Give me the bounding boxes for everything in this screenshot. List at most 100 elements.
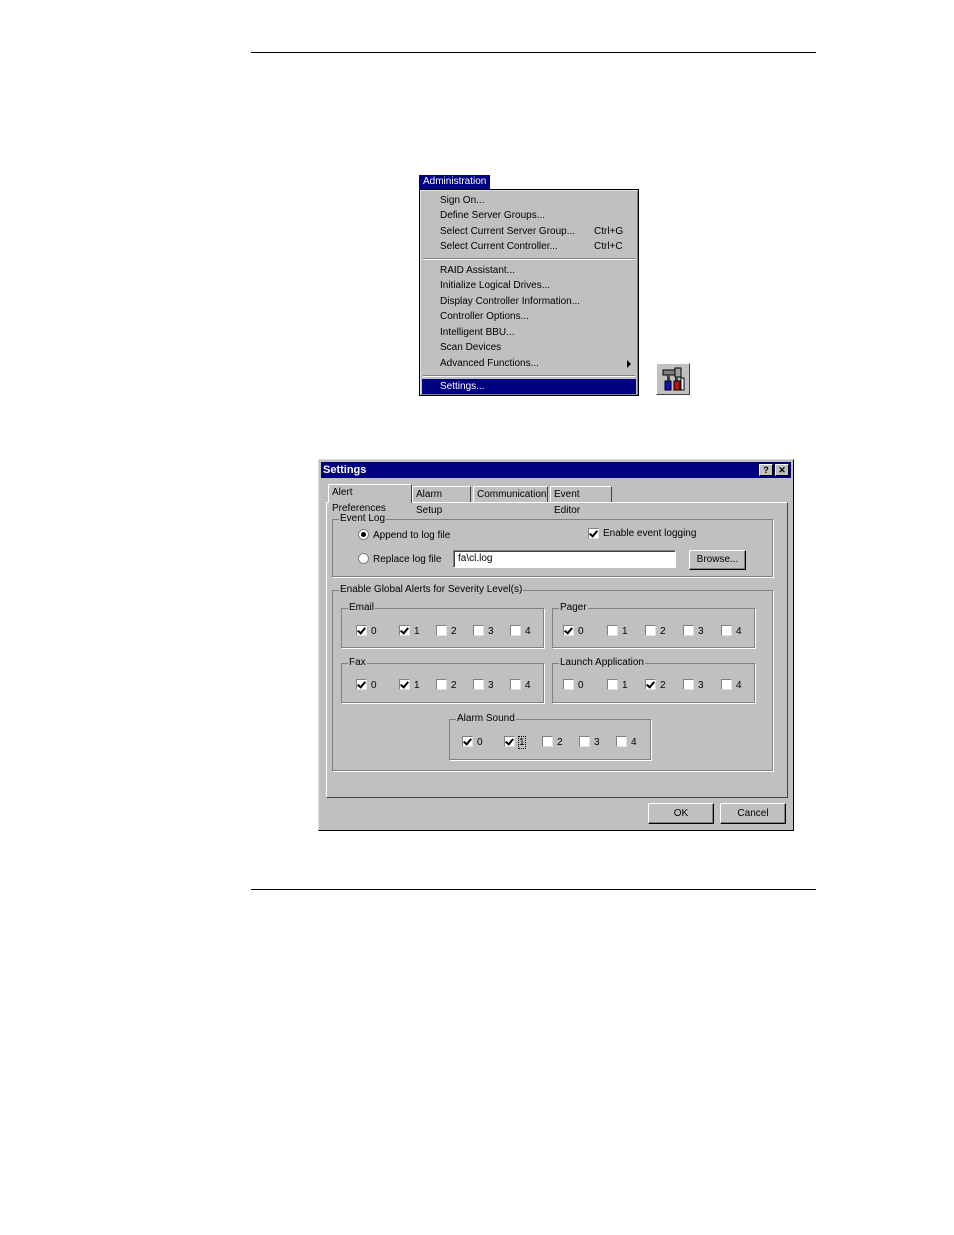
- alert-preferences-panel: Event Log Append to log file Replace log…: [326, 502, 788, 798]
- pager-group: Pager 0 1 2 3 4: [552, 602, 755, 648]
- help-button[interactable]: ?: [759, 464, 773, 476]
- level-label: 2: [660, 680, 666, 691]
- fax-level-1-checkbox[interactable]: [399, 679, 410, 690]
- level-label: 4: [525, 626, 531, 637]
- level-label: 1: [518, 736, 526, 749]
- administration-menu-title[interactable]: Administration: [419, 175, 491, 189]
- menu-item-advanced-functions[interactable]: Advanced Functions...: [440, 356, 539, 371]
- menu-item-label: Advanced Functions...: [440, 358, 539, 369]
- email-group: Email 0 1 2 3 4: [341, 602, 544, 648]
- level-label: 3: [698, 626, 704, 637]
- menu-item-raid-assistant[interactable]: RAID Assistant...: [440, 263, 515, 278]
- email-level-2-checkbox[interactable]: [436, 625, 447, 636]
- level-label: 4: [631, 737, 637, 748]
- tab-communication[interactable]: Communication: [473, 486, 548, 502]
- menu-item-intelligent-bbu[interactable]: Intelligent BBU...: [440, 325, 514, 340]
- menu-item-label: Scan Devices: [440, 342, 502, 353]
- menu-item-label: Select Current Server Group...: [440, 226, 576, 237]
- menu-item-select-controller[interactable]: Select Current Controller... Ctrl+C: [440, 239, 623, 254]
- menu-item-initialize-logical-drives[interactable]: Initialize Logical Drives...: [440, 278, 550, 293]
- alarm-level-2-checkbox[interactable]: [542, 736, 553, 747]
- launch-level-1-checkbox[interactable]: [607, 679, 618, 690]
- submenu-arrow-icon: [627, 360, 631, 368]
- alarm-level-0-checkbox[interactable]: [462, 736, 473, 747]
- alarm-level-4-checkbox[interactable]: [616, 736, 627, 747]
- level-label: 1: [414, 626, 420, 637]
- tab-alarm-setup[interactable]: Alarm Setup: [412, 486, 471, 516]
- dialog-title: Settings: [323, 464, 367, 476]
- pager-level-4-checkbox[interactable]: [721, 625, 732, 636]
- menu-item-shortcut: Ctrl+G: [594, 226, 624, 237]
- launch-level-3-checkbox[interactable]: [683, 679, 694, 690]
- replace-log-label: Replace log file: [373, 554, 442, 565]
- replace-log-radio[interactable]: [358, 553, 369, 564]
- email-level-0-checkbox[interactable]: [356, 625, 367, 636]
- pager-level-1-checkbox[interactable]: [607, 625, 618, 636]
- level-label: 0: [371, 680, 377, 691]
- settings-toolbar-button[interactable]: [656, 363, 690, 395]
- log-file-input[interactable]: fa\cl.log: [453, 550, 676, 568]
- alarm-level-3-checkbox[interactable]: [579, 736, 590, 747]
- alarm-sound-group: Alarm Sound 0 1 2 3 4: [449, 713, 651, 760]
- level-label: 0: [371, 626, 377, 637]
- menu-item-scan-devices[interactable]: Scan Devices: [440, 340, 501, 355]
- cancel-button[interactable]: Cancel: [720, 803, 786, 824]
- fax-label: Fax: [348, 657, 367, 669]
- menu-item-label: Initialize Logical Drives...: [440, 280, 551, 291]
- email-level-3-checkbox[interactable]: [473, 625, 484, 636]
- fax-level-2-checkbox[interactable]: [436, 679, 447, 690]
- level-label: 2: [451, 680, 457, 691]
- fax-level-4-checkbox[interactable]: [510, 679, 521, 690]
- level-label: 1: [622, 680, 628, 691]
- email-label: Email: [348, 602, 376, 614]
- pager-level-0-checkbox[interactable]: [563, 625, 574, 636]
- close-button[interactable]: ✕: [775, 464, 789, 476]
- level-label: 2: [557, 737, 563, 748]
- pager-level-2-checkbox[interactable]: [645, 625, 656, 636]
- menu-separator: [423, 375, 635, 377]
- level-label: 2: [451, 626, 457, 637]
- append-log-radio[interactable]: [358, 529, 369, 540]
- alarm-level-1-checkbox[interactable]: [504, 736, 515, 747]
- enable-event-logging-label: Enable event logging: [603, 528, 697, 539]
- menu-item-label: Settings...: [440, 381, 485, 392]
- tab-alert-preferences[interactable]: Alert Preferences: [328, 484, 412, 514]
- alarm-sound-label: Alarm Sound: [456, 713, 516, 725]
- ok-button[interactable]: OK: [648, 803, 714, 824]
- menu-item-label: Sign On...: [440, 195, 485, 206]
- enable-event-logging-checkbox[interactable]: [588, 528, 599, 539]
- fax-level-3-checkbox[interactable]: [473, 679, 484, 690]
- settings-dialog: Settings ? ✕ Alert Preferences Alarm Set…: [318, 459, 794, 831]
- level-label: 4: [736, 626, 742, 637]
- launch-level-0-checkbox[interactable]: [563, 679, 574, 690]
- level-label: 0: [578, 626, 584, 637]
- level-label: 0: [477, 737, 483, 748]
- menu-item-define-server-groups[interactable]: Define Server Groups...: [440, 208, 545, 223]
- global-alerts-group: Enable Global Alerts for Severity Level(…: [332, 584, 773, 771]
- email-level-1-checkbox[interactable]: [399, 625, 410, 636]
- menu-item-controller-options[interactable]: Controller Options...: [440, 309, 529, 324]
- fax-level-0-checkbox[interactable]: [356, 679, 367, 690]
- menu-item-label: Define Server Groups...: [440, 210, 546, 221]
- email-level-4-checkbox[interactable]: [510, 625, 521, 636]
- menu-item-label: Select Current Controller...: [440, 241, 558, 252]
- level-label: 4: [736, 680, 742, 691]
- level-label: 2: [660, 626, 666, 637]
- launch-application-label: Launch Application: [559, 657, 645, 669]
- pager-label: Pager: [559, 602, 588, 614]
- menu-item-settings[interactable]: Settings...: [422, 379, 636, 394]
- menu-item-label: Intelligent BBU...: [440, 327, 515, 338]
- menu-item-shortcut: Ctrl+C: [594, 241, 623, 252]
- level-label: 0: [578, 680, 584, 691]
- menu-item-select-server-group[interactable]: Select Current Server Group... Ctrl+G: [440, 224, 623, 239]
- launch-level-4-checkbox[interactable]: [721, 679, 732, 690]
- pager-level-3-checkbox[interactable]: [683, 625, 694, 636]
- menu-item-label: RAID Assistant...: [440, 265, 516, 276]
- tab-event-editor[interactable]: Event Editor: [550, 486, 612, 516]
- menu-item-sign-on[interactable]: Sign On...: [440, 193, 484, 208]
- browse-button[interactable]: Browse...: [689, 550, 746, 570]
- menu-item-display-controller-information[interactable]: Display Controller Information...: [440, 294, 580, 309]
- level-label: 1: [622, 626, 628, 637]
- top-rule: [251, 52, 816, 53]
- launch-level-2-checkbox[interactable]: [645, 679, 656, 690]
